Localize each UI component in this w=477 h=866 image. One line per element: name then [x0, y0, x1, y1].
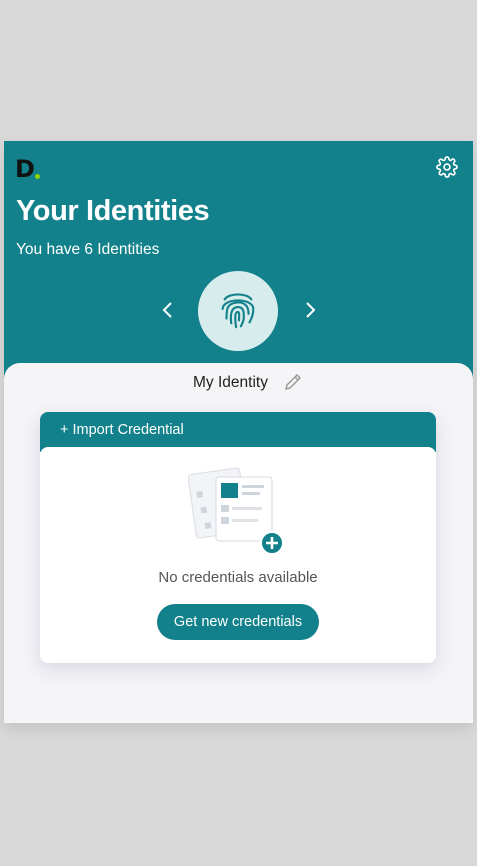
pencil-icon[interactable]	[283, 372, 303, 392]
page-title: Your Identities	[16, 195, 210, 227]
credentials-panel-body: No credentials available Get new credent…	[40, 447, 436, 663]
logo-dot	[35, 174, 40, 179]
credentials-panel: + Import Credential No credentials avail…	[40, 412, 436, 663]
credentials-panel-header: + Import Credential	[40, 412, 436, 452]
identity-avatar[interactable]	[198, 271, 278, 351]
gear-icon[interactable]	[436, 156, 458, 178]
logo: D	[15, 155, 35, 183]
get-new-credentials-button[interactable]: Get new credentials	[157, 604, 319, 640]
import-credential-button[interactable]: + Import Credential	[60, 422, 184, 438]
fingerprint-icon	[215, 286, 261, 337]
header: D Your Identities You have 6 Identities	[4, 141, 473, 381]
chevron-right-icon[interactable]	[300, 298, 320, 322]
identity-count: You have 6 Identities	[16, 241, 160, 258]
chevron-left-icon[interactable]	[158, 298, 178, 322]
credentials-illustration	[187, 463, 288, 555]
identity-name: My Identity	[193, 374, 268, 391]
app-window: D Your Identities You have 6 Identities	[4, 141, 473, 723]
identity-name-row: My Identity	[4, 371, 473, 397]
empty-state-text: No credentials available	[158, 569, 318, 586]
